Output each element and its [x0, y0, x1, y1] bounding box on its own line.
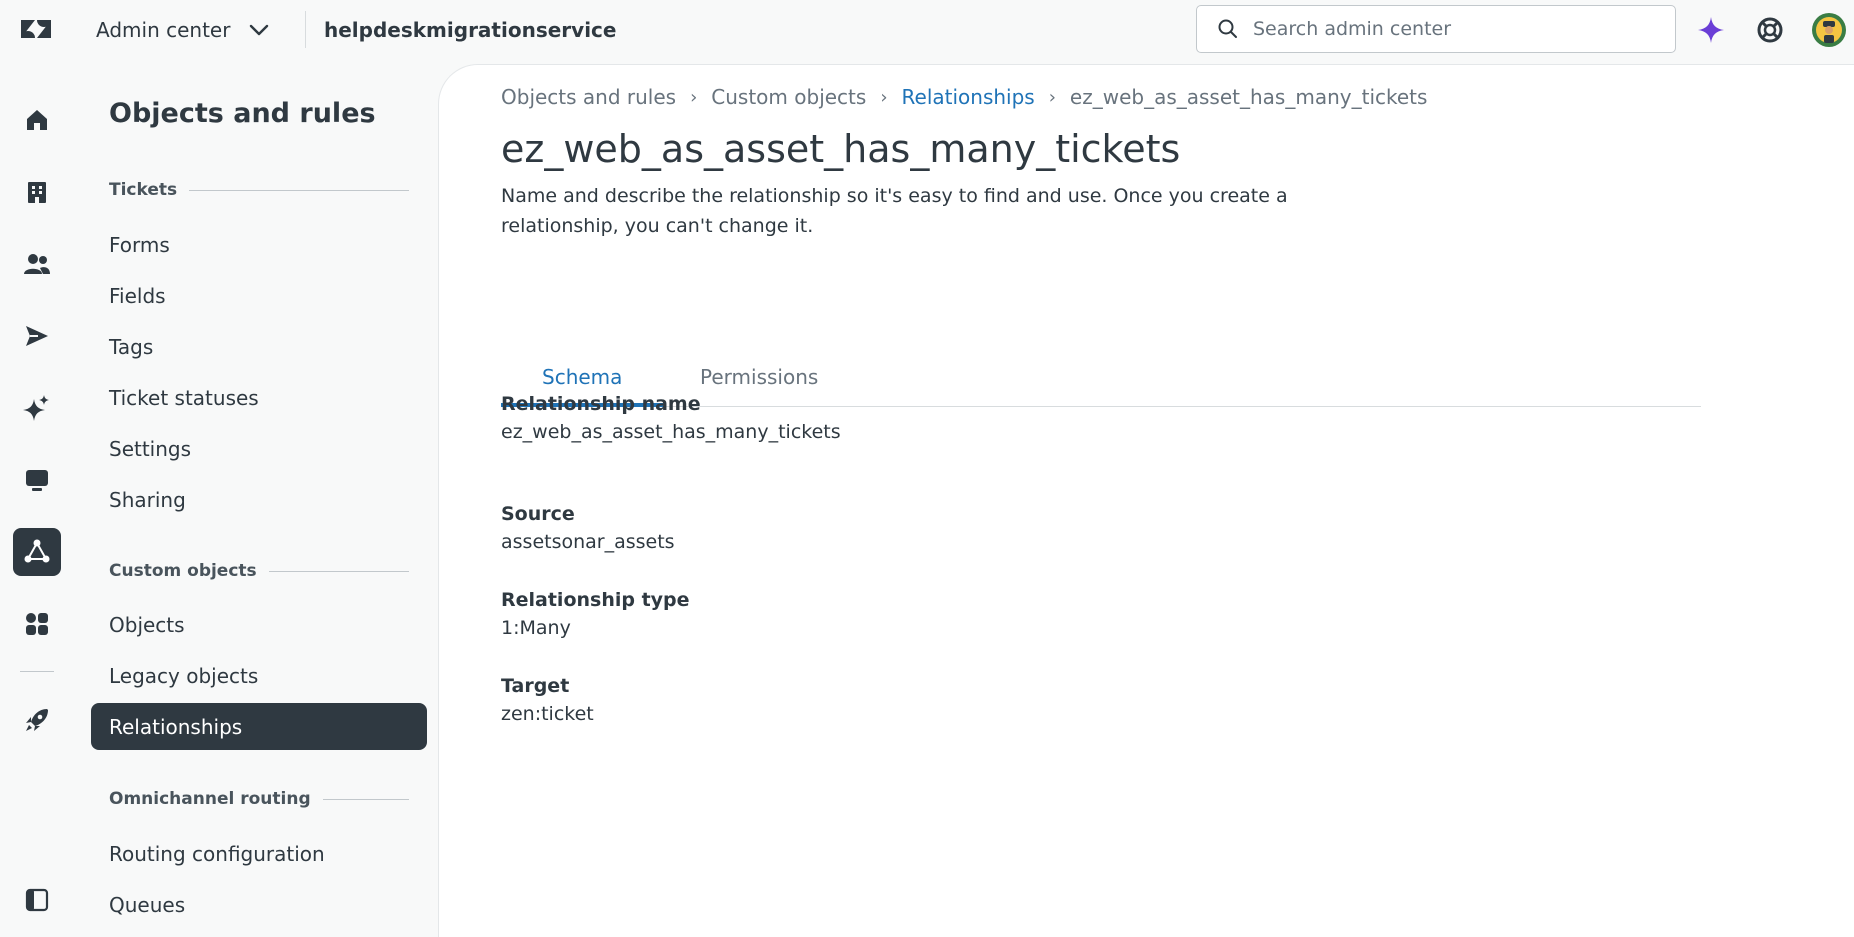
main-content: Objects and rules › Custom objects › Rel…	[438, 64, 1854, 937]
nav-item-fields[interactable]: Fields	[91, 272, 427, 319]
nav-item-relationships[interactable]: Relationships	[91, 703, 427, 750]
breadcrumb-custom-objects[interactable]: Custom objects	[711, 85, 866, 109]
user-avatar[interactable]	[1811, 12, 1847, 48]
product-rail	[0, 60, 79, 937]
product-switcher[interactable]: Admin center	[96, 16, 272, 44]
workspace-icon	[26, 470, 48, 491]
sparkle-icon	[23, 395, 49, 421]
breadcrumb: Objects and rules › Custom objects › Rel…	[501, 85, 1427, 109]
apps-icon	[26, 613, 48, 635]
nav-item-sharing[interactable]: Sharing	[91, 476, 427, 523]
nav-item-forms[interactable]: Forms	[91, 221, 427, 268]
ai-assistant-sparkle-icon[interactable]	[1693, 12, 1729, 48]
header-divider	[305, 11, 306, 48]
breadcrumb-current: ez_web_as_asset_has_many_tickets	[1069, 85, 1428, 109]
field-value: 1:Many	[501, 617, 571, 639]
top-bar: Admin center helpdeskmigrationservice	[0, 0, 1854, 60]
page-description: Name and describe the relationship so it…	[501, 185, 1288, 237]
section-heading: Custom objects	[109, 561, 257, 581]
account-name: helpdeskmigrationservice	[324, 18, 617, 42]
nav-item-routing-configuration[interactable]: Routing configuration	[91, 830, 427, 877]
nav-item-tags[interactable]: Tags	[91, 323, 427, 370]
rocket-icon	[26, 709, 48, 731]
rail-account[interactable]	[13, 168, 61, 216]
search-box[interactable]	[1196, 5, 1676, 53]
building-icon	[28, 182, 46, 203]
nav-item-objects[interactable]: Objects	[91, 601, 427, 648]
field-label: Target	[501, 675, 570, 697]
people-icon	[24, 254, 50, 274]
field-relationship-type: Relationship type 1:Many	[501, 589, 690, 639]
product-name: Admin center	[96, 18, 231, 42]
breadcrumb-objects-and-rules[interactable]: Objects and rules	[501, 85, 676, 109]
chevron-down-icon	[250, 24, 269, 36]
home-icon	[27, 110, 47, 130]
field-label: Source	[501, 503, 575, 525]
section-header-omnichannel-routing: Omnichannel routing	[109, 789, 409, 809]
field-value: zen:ticket	[501, 703, 594, 725]
breadcrumb-chevron-icon: ›	[880, 86, 888, 108]
section-header-custom-objects: Custom objects	[109, 561, 409, 581]
rail-workspaces[interactable]	[13, 456, 61, 504]
collapse-panel-icon	[25, 888, 49, 912]
objects-rules-icon	[24, 539, 50, 563]
field-target: Target zen:ticket	[501, 675, 594, 725]
field-source: Source assetsonar_assets	[501, 503, 675, 553]
send-icon	[26, 326, 48, 346]
rail-home[interactable]	[13, 96, 61, 144]
section-heading: Tickets	[109, 180, 178, 200]
field-value: ez_web_as_asset_has_many_tickets	[501, 421, 841, 443]
breadcrumb-chevron-icon: ›	[690, 86, 698, 108]
field-relationship-name: Relationship name ez_web_as_asset_has_ma…	[501, 393, 841, 443]
page-title: ez_web_as_asset_has_many_tickets	[501, 127, 1181, 171]
rail-objects-and-rules[interactable]	[13, 528, 61, 576]
section-header-tickets: Tickets	[109, 180, 409, 200]
nav-item-ticket-statuses[interactable]: Ticket statuses	[91, 374, 427, 421]
field-label: Relationship type	[501, 589, 690, 611]
secondary-nav: Objects and rules Tickets Forms Fields T…	[79, 60, 438, 937]
section-heading: Omnichannel routing	[109, 789, 311, 809]
rail-ai[interactable]	[13, 384, 61, 432]
field-value: assetsonar_assets	[501, 531, 675, 553]
nav-item-settings[interactable]: Settings	[91, 425, 427, 472]
search-input[interactable]	[1253, 18, 1653, 40]
rail-people[interactable]	[13, 240, 61, 288]
zendesk-logo-icon[interactable]	[18, 12, 54, 48]
rail-divider	[20, 671, 54, 672]
search-icon	[1218, 19, 1237, 38]
breadcrumb-chevron-icon: ›	[1048, 86, 1056, 108]
help-lifebuoy-icon[interactable]	[1752, 12, 1788, 48]
rail-get-started[interactable]	[13, 696, 61, 744]
rail-collapse[interactable]	[13, 876, 61, 924]
rail-apps[interactable]	[13, 600, 61, 648]
nav-item-queues[interactable]: Queues	[91, 881, 427, 928]
field-label: Relationship name	[501, 393, 701, 415]
subnav-title: Objects and rules	[109, 98, 376, 129]
rail-channels[interactable]	[13, 312, 61, 360]
nav-item-legacy-objects[interactable]: Legacy objects	[91, 652, 427, 699]
breadcrumb-relationships[interactable]: Relationships	[902, 85, 1035, 109]
